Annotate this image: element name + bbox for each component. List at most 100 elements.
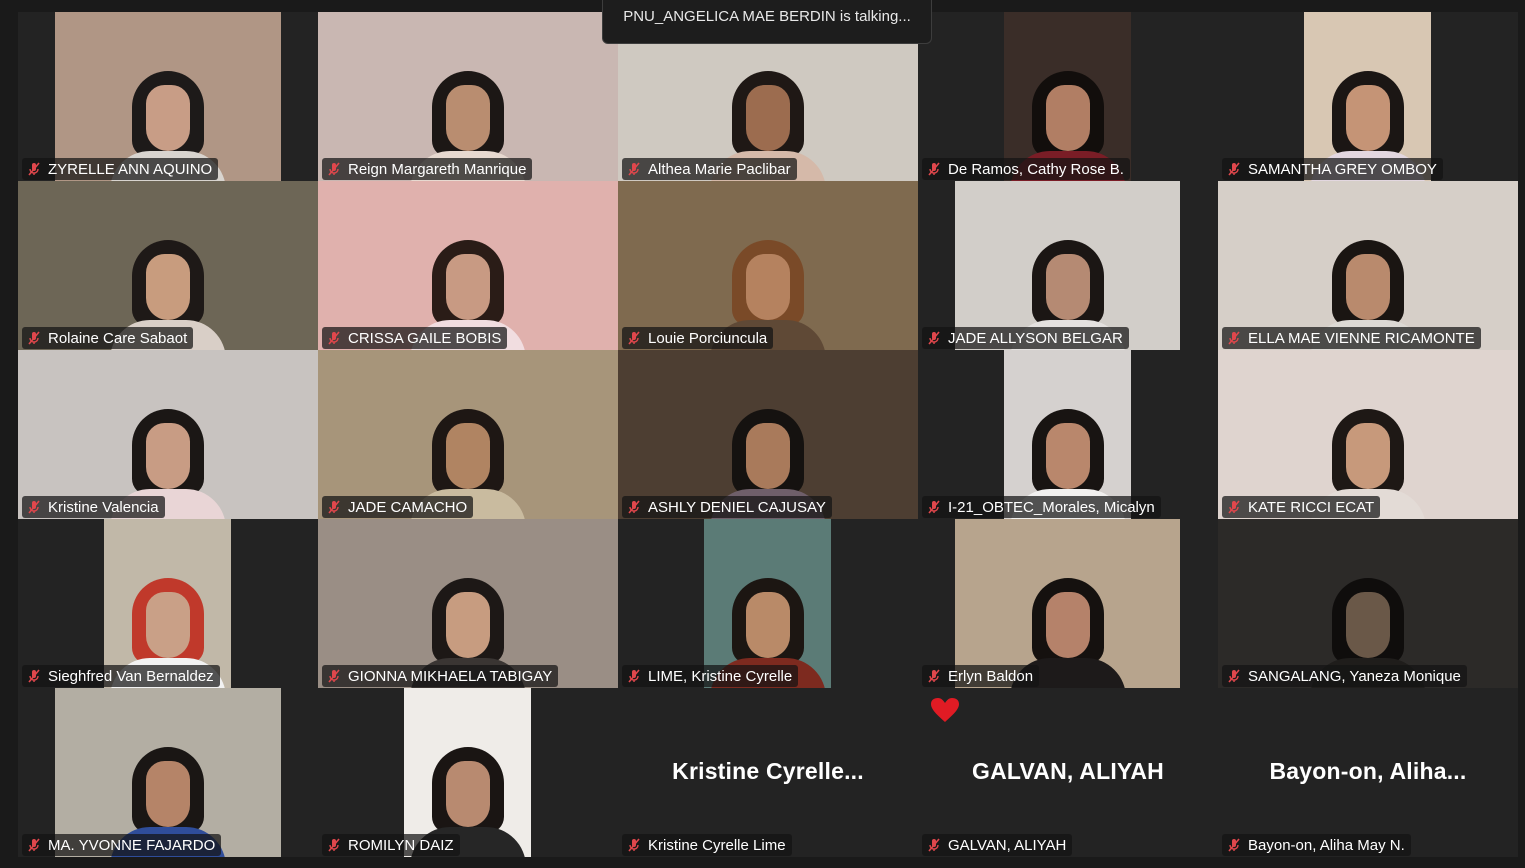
participant-video bbox=[318, 350, 618, 519]
mic-muted-icon bbox=[1228, 500, 1240, 514]
participant-name: Althea Marie Paclibar bbox=[648, 160, 791, 178]
participant-tile[interactable]: ROMILYN DAIZ bbox=[318, 688, 618, 857]
participant-tile[interactable]: Erlyn Baldon bbox=[918, 519, 1218, 688]
participant-tile[interactable]: JADE ALLYSON BELGAR bbox=[918, 181, 1218, 350]
participant-video bbox=[618, 181, 918, 350]
participant-name-tag: Kristine Valencia bbox=[22, 496, 165, 518]
participant-name-tag: ASHLY DENIEL CAJUSAY bbox=[622, 496, 832, 518]
participant-name: Reign Margareth Manrique bbox=[348, 160, 527, 178]
mic-muted-icon bbox=[628, 669, 640, 683]
mic-muted-icon bbox=[1228, 838, 1240, 852]
participant-name-tag: GALVAN, ALIYAH bbox=[922, 834, 1073, 856]
participant-name: Sieghfred Van Bernaldez bbox=[48, 667, 214, 685]
participant-tile[interactable]: Rolaine Care Sabaot bbox=[18, 181, 318, 350]
participant-name: ELLA MAE VIENNE RICAMONTE bbox=[1248, 329, 1475, 347]
participant-tile[interactable]: SANGALANG, Yaneza Monique bbox=[1218, 519, 1518, 688]
participant-video bbox=[1004, 350, 1131, 519]
participant-video bbox=[318, 181, 618, 350]
participant-name: SANGALANG, Yaneza Monique bbox=[1248, 667, 1461, 685]
participant-video bbox=[404, 688, 531, 857]
participant-tile[interactable]: ZYRELLE ANN AQUINO bbox=[18, 12, 318, 181]
active-speaker-banner: PNU_ANGELICA MAE BERDIN is talking... bbox=[602, 0, 932, 44]
participant-display-name: Kristine Cyrelle... bbox=[672, 758, 864, 784]
participant-video bbox=[18, 350, 318, 519]
mic-muted-icon bbox=[928, 838, 940, 852]
participant-name-tag: MA. YVONNE FAJARDO bbox=[22, 834, 222, 856]
participant-name-tag: SAMANTHA GREY OMBOY bbox=[1222, 158, 1443, 180]
participant-video bbox=[704, 519, 831, 688]
participant-tile[interactable]: I-21_OBTEC_Morales, Micalyn bbox=[918, 350, 1218, 519]
participant-video bbox=[318, 12, 618, 181]
participant-name-tag: KATE RICCI ECAT bbox=[1222, 496, 1381, 518]
participant-tile[interactable]: JADE CAMACHO bbox=[318, 350, 618, 519]
participant-tile[interactable]: GIONNA MIKHAELA TABIGAY bbox=[318, 519, 618, 688]
participant-tile[interactable]: Sieghfred Van Bernaldez bbox=[18, 519, 318, 688]
zoom-meeting-gallery: ZYRELLE ANN AQUINO Reign Margareth Manri… bbox=[0, 0, 1525, 868]
participant-name-tag: Bayon-on, Aliha May N. bbox=[1222, 834, 1411, 856]
mic-muted-icon bbox=[628, 838, 640, 852]
participant-tile[interactable]: Reign Margareth Manrique bbox=[318, 12, 618, 181]
participant-name-tag: JADE CAMACHO bbox=[322, 496, 474, 518]
mic-muted-icon bbox=[328, 162, 340, 176]
participant-name-tag: JADE ALLYSON BELGAR bbox=[922, 327, 1129, 349]
participant-video bbox=[955, 519, 1180, 688]
participant-name: MA. YVONNE FAJARDO bbox=[48, 836, 216, 854]
participant-tile[interactable]: ASHLY DENIEL CAJUSAY bbox=[618, 350, 918, 519]
mic-muted-icon bbox=[28, 162, 40, 176]
participant-name-tag: Sieghfred Van Bernaldez bbox=[22, 665, 220, 687]
participant-name-tag: SANGALANG, Yaneza Monique bbox=[1222, 665, 1467, 687]
participant-name-tag: I-21_OBTEC_Morales, Micalyn bbox=[922, 496, 1161, 518]
participant-name: Bayon-on, Aliha May N. bbox=[1248, 836, 1405, 854]
participant-name-tag: De Ramos, Cathy Rose B. bbox=[922, 158, 1130, 180]
participant-tile[interactable]: LIME, Kristine Cyrelle bbox=[618, 519, 918, 688]
participant-video bbox=[104, 519, 231, 688]
participant-name: ASHLY DENIEL CAJUSAY bbox=[648, 498, 826, 516]
participant-name: Kristine Cyrelle Lime bbox=[648, 836, 786, 854]
participant-tile[interactable]: KATE RICCI ECAT bbox=[1218, 350, 1518, 519]
participant-name-tag: Erlyn Baldon bbox=[922, 665, 1040, 687]
participant-name-tag: ELLA MAE VIENNE RICAMONTE bbox=[1222, 327, 1481, 349]
participant-name: JADE CAMACHO bbox=[348, 498, 468, 516]
participant-name-tag: Rolaine Care Sabaot bbox=[22, 327, 194, 349]
participant-tile[interactable]: Bayon-on, Aliha... Bayon-on, Aliha May N… bbox=[1218, 688, 1518, 857]
participant-name: LIME, Kristine Cyrelle bbox=[648, 667, 793, 685]
participant-tile[interactable]: Kristine Valencia bbox=[18, 350, 318, 519]
participant-video bbox=[955, 181, 1180, 350]
participant-name: JADE ALLYSON BELGAR bbox=[948, 329, 1123, 347]
participant-tile[interactable]: SAMANTHA GREY OMBOY bbox=[1218, 12, 1518, 181]
participant-name-tag: Kristine Cyrelle Lime bbox=[622, 834, 792, 856]
participant-tile[interactable]: GALVAN, ALIYAH GALVAN, ALIYAH bbox=[918, 688, 1218, 857]
participant-name: SAMANTHA GREY OMBOY bbox=[1248, 160, 1437, 178]
participant-video bbox=[318, 519, 618, 688]
participant-display-name: Bayon-on, Aliha... bbox=[1269, 758, 1467, 784]
participant-display-name: GALVAN, ALIYAH bbox=[972, 758, 1164, 784]
participant-video bbox=[618, 350, 918, 519]
participant-name-tag: Louie Porciuncula bbox=[622, 327, 774, 349]
participant-name-tag: LIME, Kristine Cyrelle bbox=[622, 665, 799, 687]
participant-name: ROMILYN DAIZ bbox=[348, 836, 454, 854]
participant-tile[interactable]: CRISSA GAILE BOBIS bbox=[318, 181, 618, 350]
participant-name: GIONNA MIKHAELA TABIGAY bbox=[348, 667, 553, 685]
mic-muted-icon bbox=[1228, 162, 1240, 176]
participant-video bbox=[1218, 350, 1518, 519]
mic-muted-icon bbox=[928, 331, 940, 345]
participant-video bbox=[1004, 12, 1131, 181]
mic-muted-icon bbox=[928, 669, 940, 683]
mic-muted-icon bbox=[1228, 331, 1240, 345]
heart-icon bbox=[931, 698, 959, 722]
participant-tile[interactable]: Kristine Cyrelle... Kristine Cyrelle Lim… bbox=[618, 688, 918, 857]
participant-name-tag: Reign Margareth Manrique bbox=[322, 158, 533, 180]
mic-muted-icon bbox=[628, 162, 640, 176]
participant-grid: ZYRELLE ANN AQUINO Reign Margareth Manri… bbox=[18, 12, 1518, 857]
participant-tile[interactable]: ELLA MAE VIENNE RICAMONTE bbox=[1218, 181, 1518, 350]
participant-tile[interactable]: Louie Porciuncula bbox=[618, 181, 918, 350]
participant-name-tag: CRISSA GAILE BOBIS bbox=[322, 327, 508, 349]
participant-tile[interactable]: De Ramos, Cathy Rose B. bbox=[918, 12, 1218, 181]
mic-muted-icon bbox=[28, 669, 40, 683]
mic-muted-icon bbox=[628, 331, 640, 345]
participant-tile[interactable]: MA. YVONNE FAJARDO bbox=[18, 688, 318, 857]
participant-name: Louie Porciuncula bbox=[648, 329, 768, 347]
participant-video bbox=[1218, 181, 1518, 350]
mic-muted-icon bbox=[328, 838, 340, 852]
mic-muted-icon bbox=[28, 838, 40, 852]
